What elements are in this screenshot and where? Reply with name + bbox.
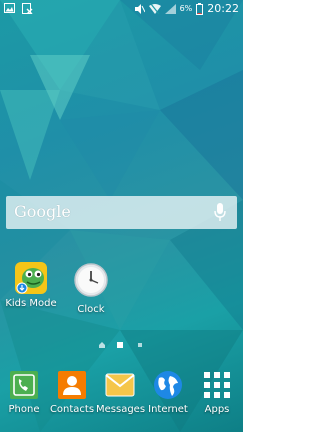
microphone-icon[interactable]	[214, 203, 226, 222]
battery-icon	[196, 2, 204, 15]
dock-internet[interactable]: Internet	[144, 370, 192, 415]
dock-apps[interactable]: Apps	[193, 370, 241, 415]
notification-x-icon	[22, 3, 33, 14]
app-label: Clock	[77, 304, 105, 315]
google-logo: Google	[14, 202, 71, 221]
messages-icon	[105, 373, 135, 397]
kids-mode-icon	[15, 262, 47, 294]
wifi-icon	[148, 3, 161, 14]
gallery-icon	[4, 3, 15, 13]
dock-label: Phone	[8, 404, 40, 415]
contacts-icon	[58, 371, 86, 399]
dock-label: Contacts	[49, 404, 95, 415]
status-bar: 6% 20:22	[0, 0, 243, 18]
app-label: Kids Mode	[5, 298, 57, 309]
mute-icon	[134, 3, 145, 14]
phone-icon	[10, 371, 38, 399]
page-dot[interactable]	[138, 343, 142, 347]
app-kids-mode[interactable]: Kids Mode	[3, 260, 59, 309]
page-dot-current[interactable]	[117, 342, 123, 348]
battery-percent: 6%	[179, 4, 193, 13]
google-search-bar[interactable]: Google	[6, 196, 237, 229]
apps-icon	[204, 372, 230, 398]
app-clock[interactable]: Clock	[68, 262, 114, 315]
clock-icon	[74, 263, 108, 297]
home-screen: 6% 20:22 Google Kids Mode Clock Phone Co…	[0, 0, 243, 432]
dock-label: Internet	[148, 404, 188, 415]
dock-phone[interactable]: Phone	[0, 370, 48, 415]
dock-messages[interactable]: Messages	[96, 370, 146, 415]
dock-label: Apps	[204, 404, 230, 415]
signal-icon	[164, 3, 176, 14]
dock-contacts[interactable]: Contacts	[48, 370, 96, 415]
clock-time: 20:22	[207, 2, 239, 15]
home-page-icon[interactable]	[99, 342, 105, 348]
dock-label: Messages	[96, 404, 146, 415]
internet-icon	[154, 371, 182, 399]
page-indicator[interactable]	[97, 340, 147, 350]
